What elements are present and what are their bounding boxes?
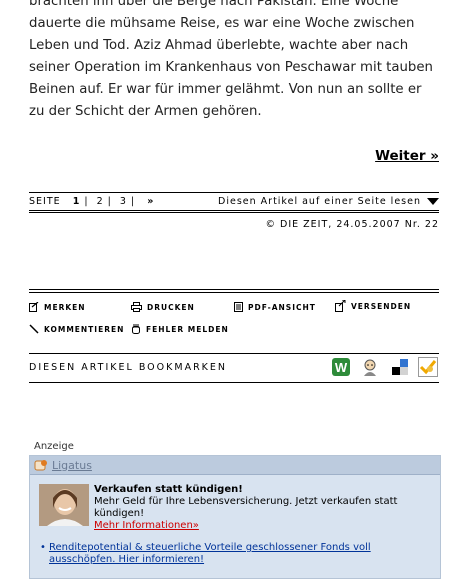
fehler-melden-button[interactable]: FEHLER MELDEN bbox=[131, 324, 229, 334]
pagination-bar: SEITE 1 | 2 | 3 | » Diesen Artikel auf e… bbox=[29, 193, 439, 209]
ad-photo[interactable] bbox=[39, 484, 89, 526]
divider bbox=[29, 353, 439, 354]
pdf-label: PDF-ANSICHT bbox=[248, 302, 316, 312]
document-icon bbox=[234, 302, 243, 312]
single-page-label: Diesen Artikel auf einer Seite lesen bbox=[218, 196, 421, 207]
bookmark-label: DIESEN ARTIKEL BOOKMARKEN bbox=[29, 362, 228, 373]
ligatus-link[interactable]: Ligatus bbox=[52, 459, 92, 472]
ad-box: Ligatus Verkaufen statt kündigen! Mehr G… bbox=[29, 455, 441, 579]
webnews-icon[interactable]: W bbox=[331, 357, 351, 377]
ligatus-logo-icon bbox=[34, 460, 47, 471]
bullet-icon: • bbox=[40, 542, 46, 553]
divider bbox=[29, 292, 439, 293]
ad-bullet-link[interactable]: Renditepotential & steuerliche Vorteile … bbox=[49, 542, 420, 566]
divider bbox=[29, 210, 439, 211]
svg-text:W: W bbox=[335, 360, 348, 375]
fehler-label: FEHLER MELDEN bbox=[146, 324, 229, 334]
versenden-button[interactable]: VERSENDEN bbox=[335, 300, 411, 312]
article-paragraph: brachten ihn über die Berge nach Pakista… bbox=[29, 0, 433, 119]
ad-label: Anzeige bbox=[34, 441, 74, 452]
alert-hand-icon bbox=[132, 324, 140, 334]
drucken-label: DRUCKEN bbox=[147, 302, 195, 312]
bookmark-row: DIESEN ARTIKEL BOOKMARKEN W bbox=[29, 355, 439, 381]
drucken-button[interactable]: DRUCKEN bbox=[131, 302, 195, 312]
ad-header: Ligatus bbox=[30, 456, 440, 475]
versenden-label: VERSENDEN bbox=[351, 301, 412, 311]
merken-label: MERKEN bbox=[44, 302, 86, 312]
pager-label: SEITE bbox=[29, 196, 61, 207]
single-page-link[interactable]: Diesen Artikel auf einer Seite lesen bbox=[218, 196, 439, 207]
pdf-button[interactable]: PDF-ANSICHT bbox=[234, 302, 316, 312]
ad-title[interactable]: Verkaufen statt kündigen! bbox=[94, 484, 424, 496]
mister-wong-icon[interactable] bbox=[360, 357, 380, 377]
delicious-icon[interactable] bbox=[390, 357, 410, 377]
divider bbox=[29, 382, 439, 383]
yigg-icon[interactable] bbox=[418, 357, 438, 377]
send-icon bbox=[335, 300, 346, 312]
copyright-line: © DIE ZEIT, 24.05.2007 Nr. 22 bbox=[265, 219, 439, 230]
bookmark-note-icon bbox=[29, 302, 39, 312]
ad-description: Mehr Geld für Ihre Lebensversicherung. J… bbox=[94, 496, 398, 519]
ad-more-link[interactable]: Mehr Informationen» bbox=[94, 520, 199, 531]
page-link-1[interactable]: 1 bbox=[73, 196, 81, 207]
kommentieren-button[interactable]: KOMMENTIEREN bbox=[29, 324, 124, 334]
ad-text-block: Verkaufen statt kündigen! Mehr Geld für … bbox=[94, 484, 424, 532]
printer-icon bbox=[131, 302, 142, 312]
merken-button[interactable]: MERKEN bbox=[29, 302, 86, 312]
ad-bullet-item: • Renditepotential & steuerliche Vorteil… bbox=[40, 542, 420, 566]
page-link-2[interactable]: 2 bbox=[97, 196, 104, 207]
pencil-icon bbox=[29, 324, 39, 334]
kommentieren-label: KOMMENTIEREN bbox=[44, 324, 125, 334]
next-page-link[interactable]: Weiter » bbox=[375, 148, 439, 164]
next-page-arrow[interactable]: » bbox=[147, 196, 154, 207]
divider bbox=[29, 289, 439, 290]
divider bbox=[29, 212, 439, 213]
article-body: brachten ihn über die Berge nach Pakista… bbox=[29, 0, 441, 123]
page-link-3[interactable]: 3 bbox=[120, 196, 127, 207]
triangle-down-icon bbox=[427, 198, 439, 205]
